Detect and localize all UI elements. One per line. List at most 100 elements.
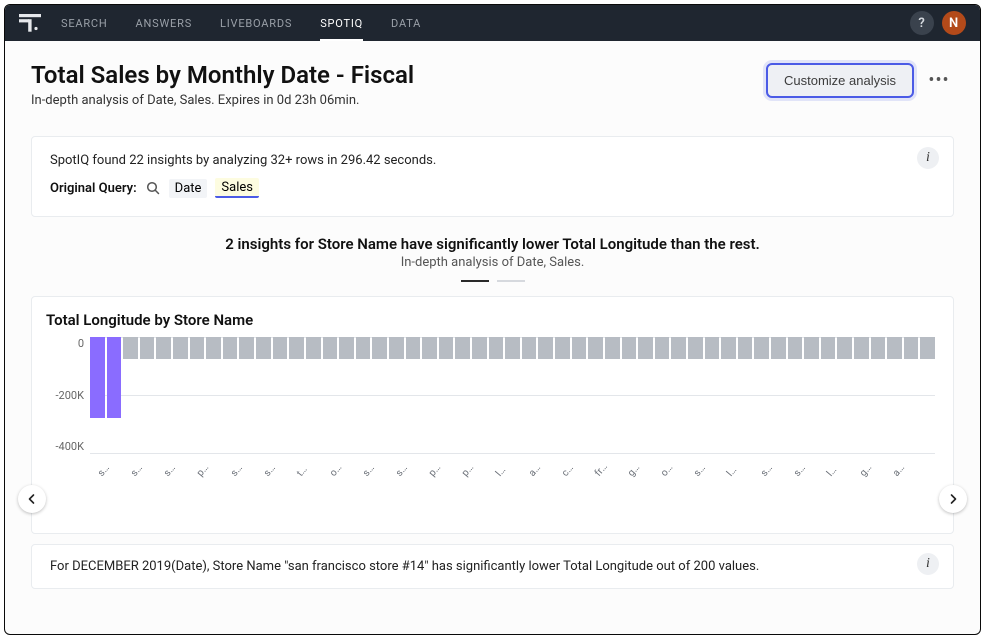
carousel-dot-2[interactable] — [497, 280, 525, 282]
chart-x-label: chandler stor... — [560, 459, 579, 479]
chart-bar[interactable] — [406, 337, 421, 359]
chart-bar[interactable] — [289, 337, 304, 359]
chart-bar[interactable] — [572, 337, 587, 359]
y-tick: 0 — [78, 337, 84, 350]
chart-bar[interactable] — [887, 337, 902, 359]
chart-bar[interactable] — [788, 337, 803, 359]
chart-bar[interactable] — [904, 337, 919, 359]
query-chip-sales[interactable]: Sales — [215, 178, 259, 198]
chart-bar[interactable] — [522, 337, 537, 359]
chart-bar[interactable] — [837, 337, 852, 359]
chart-x-label: san francisc... — [228, 459, 247, 479]
chart-bar[interactable] — [804, 337, 819, 359]
carousel-prev-button[interactable] — [18, 485, 46, 513]
chart-bar[interactable] — [140, 337, 155, 359]
info-icon[interactable]: i — [917, 147, 939, 169]
chart-x-label: san francisc... — [394, 459, 413, 479]
chart-bar[interactable] — [588, 337, 603, 359]
chart-bar[interactable] — [372, 337, 387, 359]
nav-link-answers[interactable]: ANSWERS — [136, 6, 192, 41]
chart-bar[interactable] — [671, 337, 686, 359]
chart-bar[interactable] — [721, 337, 736, 359]
chart-y-axis: 0 -200K -400K — [46, 337, 90, 453]
chart-title: Total Longitude by Store Name — [46, 311, 935, 329]
help-button[interactable]: ? — [910, 11, 934, 35]
chart-bar[interactable] — [107, 337, 122, 418]
chart-bar[interactable] — [871, 337, 886, 359]
chart-bar[interactable] — [339, 337, 354, 359]
more-actions-button[interactable]: ••• — [924, 66, 954, 96]
chart-bar[interactable] — [489, 337, 504, 359]
insight-detail-text: For DECEMBER 2019(Date), Store Name "san… — [50, 559, 759, 574]
chart-bar[interactable] — [455, 337, 470, 359]
chart-bar[interactable] — [206, 337, 221, 359]
chart-x-label: san jose stor... — [162, 459, 181, 479]
chart-bar[interactable] — [555, 337, 570, 359]
chart-bar[interactable] — [356, 337, 371, 359]
chart-x-label: portland stor... — [460, 459, 479, 479]
chart-x-label: long beach s... — [825, 459, 844, 479]
chart-bar[interactable] — [239, 337, 254, 359]
chart-bar[interactable] — [306, 337, 321, 359]
chart-bar[interactable] — [622, 337, 637, 359]
info-icon[interactable]: i — [917, 553, 939, 575]
chart-x-label: los angeles ... — [493, 459, 512, 479]
chart-bar[interactable] — [655, 337, 670, 359]
chart-bar[interactable] — [821, 337, 836, 359]
chart-bar[interactable] — [638, 337, 653, 359]
chart-x-label: sacramento ... — [129, 459, 148, 479]
chart-bar[interactable] — [223, 337, 238, 359]
user-avatar[interactable]: N — [942, 11, 966, 35]
chart-bar[interactable] — [173, 337, 188, 359]
chart-x-label: austin store ... — [891, 459, 910, 479]
nav-link-data[interactable]: DATA — [391, 6, 421, 41]
chart-bar[interactable] — [190, 337, 205, 359]
chart-x-label: oakland stor... — [328, 459, 347, 479]
chart-x-label: long beach s... — [725, 459, 744, 479]
chart-bar[interactable] — [323, 337, 338, 359]
chart-bar[interactable] — [389, 337, 404, 359]
chart-bar[interactable] — [754, 337, 769, 359]
nav-link-search[interactable]: SEARCH — [61, 6, 108, 41]
chart-bar[interactable] — [738, 337, 753, 359]
chart-bar[interactable] — [472, 337, 487, 359]
chart-bar[interactable] — [123, 337, 138, 359]
chart-x-label: sacramento ... — [758, 459, 777, 479]
chart-bar[interactable] — [439, 337, 454, 359]
chart-bar[interactable] — [771, 337, 786, 359]
carousel-title: 2 insights for Store Name have significa… — [31, 235, 954, 253]
chart-x-label: glendale stor... — [626, 459, 645, 479]
customize-analysis-button[interactable]: Customize analysis — [766, 63, 914, 98]
chart-x-label: tocoma stor... — [295, 459, 314, 479]
chart-bar[interactable] — [705, 337, 720, 359]
chart-bar[interactable] — [505, 337, 520, 359]
chevron-right-icon — [947, 493, 959, 505]
chart-bar[interactable] — [273, 337, 288, 359]
chart-bar[interactable] — [854, 337, 869, 359]
y-tick: -400K — [56, 440, 85, 453]
chevron-left-icon — [26, 493, 38, 505]
nav-link-liveboards[interactable]: LIVEBOARDS — [220, 6, 292, 41]
chart-bar[interactable] — [538, 337, 553, 359]
chart-bar[interactable] — [605, 337, 620, 359]
page-subtitle: In-depth analysis of Date, Sales. Expire… — [31, 93, 766, 108]
chart-bar[interactable] — [688, 337, 703, 359]
chart-bar[interactable] — [256, 337, 271, 359]
carousel-header: 2 insights for Store Name have significa… — [31, 235, 954, 282]
chart-bar[interactable] — [920, 337, 935, 359]
chart-x-label: san diego st... — [262, 459, 281, 479]
nav-link-spotiq[interactable]: SPOTIQ — [320, 6, 363, 41]
query-chip-date[interactable]: Date — [169, 179, 208, 198]
carousel-next-button[interactable] — [939, 485, 967, 513]
y-tick: -200K — [56, 389, 85, 402]
summary-text: SpotIQ found 22 insights by analyzing 32… — [50, 153, 935, 168]
chart-bar[interactable] — [422, 337, 437, 359]
chart-x-label: glendale stor... — [858, 459, 877, 479]
chart-bar[interactable] — [90, 337, 105, 418]
chart-x-label: phoenix stor... — [427, 459, 446, 479]
chart-bar[interactable] — [156, 337, 171, 359]
chart-x-label: sacramento ... — [361, 459, 380, 479]
carousel-dot-1[interactable] — [461, 280, 489, 282]
summary-card: SpotIQ found 22 insights by analyzing 32… — [31, 136, 954, 217]
app-logo[interactable] — [19, 14, 41, 32]
